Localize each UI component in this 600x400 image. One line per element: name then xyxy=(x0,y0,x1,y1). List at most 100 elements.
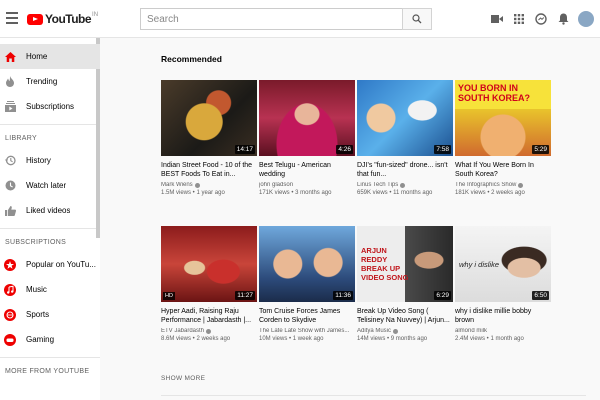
search-button[interactable] xyxy=(402,8,432,30)
sidebar-item-watch-later[interactable]: Watch later xyxy=(0,173,100,198)
section-divider xyxy=(161,395,586,396)
video-card[interactable]: why i dislike 6:50 why i dislike millie … xyxy=(455,226,551,342)
video-thumbnail[interactable]: 4:26 xyxy=(259,80,355,156)
sidebar-item-label: History xyxy=(26,156,51,165)
channel-name-text: ETV Jabardasth xyxy=(161,328,205,334)
logo-country-code: IN xyxy=(92,12,99,18)
video-duration: 14:17 xyxy=(234,145,255,154)
channel-name[interactable]: ETV Jabardasth xyxy=(161,328,257,334)
channel-name-text: john gladson xyxy=(259,182,294,188)
sidebar-item-trending[interactable]: Trending xyxy=(0,69,100,94)
video-thumbnail[interactable]: ARJUN REDDY BREAK UP VIDEO SONG 6:29 xyxy=(357,226,453,302)
video-card[interactable]: 7:58 DJI's "fun-sized" drone... isn't th… xyxy=(357,80,453,196)
channel-name[interactable]: Aditya Music xyxy=(357,328,453,334)
sidebar-item-liked-videos[interactable]: Liked videos xyxy=(0,198,100,223)
home-icon xyxy=(4,51,16,63)
video-thumbnail[interactable]: 7:58 xyxy=(357,80,453,156)
video-meta: 171K views • 3 months ago xyxy=(259,190,332,196)
sidebar-item-label: Popular on YouTu... xyxy=(26,260,96,269)
video-duration: 6:29 xyxy=(434,291,451,300)
thumbnail-caption: YOU BORN IN SOUTH KOREA? xyxy=(458,83,530,103)
channel-name-text: The Infographics Show xyxy=(455,182,517,188)
video-title[interactable]: Best Telugu - American wedding xyxy=(259,161,355,179)
youtube-logo[interactable]: YouTube IN xyxy=(27,12,98,26)
video-thumbnail[interactable]: YOU BORN IN SOUTH KOREA? 5:29 xyxy=(455,80,551,156)
popular-channel-icon xyxy=(4,258,16,271)
section-title: Recommended xyxy=(161,54,222,64)
sidebar-item-label: Sports xyxy=(26,310,50,319)
verified-check-icon xyxy=(194,182,200,188)
video-title[interactable]: Tom Cruise Forces James Corden to Skydiv… xyxy=(259,307,355,325)
video-duration: 7:58 xyxy=(434,145,451,154)
video-title[interactable]: why i dislike millie bobby brown xyxy=(455,307,551,325)
sidebar-section-header: MORE FROM YOUTUBE xyxy=(5,368,90,375)
menu-icon[interactable] xyxy=(6,12,18,24)
sidebar-divider xyxy=(0,124,100,125)
video-meta: 659K views • 11 months ago xyxy=(357,190,433,196)
video-duration: 11:27 xyxy=(235,291,255,300)
video-title[interactable]: DJI's "fun-sized" drone... isn't that fu… xyxy=(357,161,453,179)
channel-name-text: Mark Wiens xyxy=(161,182,193,188)
video-meta: 14M views • 9 months ago xyxy=(357,336,428,342)
verified-check-icon xyxy=(400,182,406,188)
sidebar-item-gaming[interactable]: Gaming xyxy=(0,327,100,352)
video-card[interactable]: 11:36 Tom Cruise Forces James Corden to … xyxy=(259,226,355,342)
sidebar-item-home[interactable]: Home xyxy=(0,44,100,69)
thumb-up-icon xyxy=(4,205,16,217)
video-title[interactable]: What If You Were Born In South Korea? xyxy=(455,161,551,179)
sidebar-item-subscriptions[interactable]: Subscriptions xyxy=(0,94,100,119)
search-box xyxy=(140,8,432,30)
sidebar-divider xyxy=(0,228,100,229)
subscriptions-icon xyxy=(4,101,16,113)
sidebar-item-label: Gaming xyxy=(26,335,55,344)
channel-name[interactable]: john gladson xyxy=(259,182,355,188)
history-icon xyxy=(4,155,16,167)
video-meta: 10M views • 1 week ago xyxy=(259,336,324,342)
sidebar-item-sports[interactable]: Sports xyxy=(0,302,100,327)
channel-name[interactable]: The Late Late Show with James... xyxy=(259,328,355,334)
main-content: Recommended 14:17 Indian Street Food - 1… xyxy=(100,38,600,400)
video-thumbnail[interactable]: HD 11:27 xyxy=(161,226,257,302)
channel-name[interactable]: Linus Tech Tips xyxy=(357,182,453,188)
video-card[interactable]: ARJUN REDDY BREAK UP VIDEO SONG 6:29 Bre… xyxy=(357,226,453,342)
video-card[interactable]: HD 11:27 Hyper Aadi, Raising Raju Perfor… xyxy=(161,226,257,342)
sidebar: Home Trending Subscriptions LIBRARY Hist… xyxy=(0,38,100,400)
messages-icon[interactable] xyxy=(534,12,548,26)
video-title[interactable]: Indian Street Food - 10 of the BEST Food… xyxy=(161,161,257,179)
gaming-channel-icon xyxy=(4,333,16,346)
video-card[interactable]: 4:26 Best Telugu - American wedding john… xyxy=(259,80,355,196)
video-thumbnail[interactable]: why i dislike 6:50 xyxy=(455,226,551,302)
video-card[interactable]: YOU BORN IN SOUTH KOREA? 5:29 What If Yo… xyxy=(455,80,551,196)
sidebar-item-popular[interactable]: Popular on YouTu... xyxy=(0,252,100,277)
video-duration: 11:36 xyxy=(333,291,353,300)
show-more-button[interactable]: SHOW MORE xyxy=(161,375,205,382)
channel-name-text: almond milk xyxy=(455,328,488,334)
video-thumbnail[interactable]: 11:36 xyxy=(259,226,355,302)
channel-name[interactable]: The Infographics Show xyxy=(455,182,551,188)
avatar[interactable] xyxy=(578,11,594,27)
flame-icon xyxy=(4,76,16,88)
apps-grid-icon[interactable] xyxy=(512,12,526,26)
hd-badge: HD xyxy=(163,292,175,300)
video-title[interactable]: Hyper Aadi, Raising Raju Performance | J… xyxy=(161,307,257,325)
bell-icon[interactable] xyxy=(556,12,570,26)
video-title[interactable]: Break Up Video Song ( Telisiney Na Nuvve… xyxy=(357,307,453,325)
video-thumbnail[interactable]: 14:17 xyxy=(161,80,257,156)
channel-name[interactable]: Mark Wiens xyxy=(161,182,257,188)
sports-channel-icon xyxy=(4,308,16,321)
search-input[interactable] xyxy=(140,8,402,30)
video-meta: 181K views • 2 weeks ago xyxy=(455,190,525,196)
youtube-play-logo-icon xyxy=(27,13,43,25)
thumbnail-caption: ARJUN REDDY BREAK UP VIDEO SONG xyxy=(361,246,409,282)
create-video-icon[interactable] xyxy=(490,12,504,26)
sidebar-item-music[interactable]: Music xyxy=(0,277,100,302)
sidebar-item-history[interactable]: History xyxy=(0,148,100,173)
video-duration: 6:50 xyxy=(532,291,549,300)
masthead: YouTube IN xyxy=(0,0,600,38)
video-card[interactable]: 14:17 Indian Street Food - 10 of the BES… xyxy=(161,80,257,196)
channel-name[interactable]: almond milk xyxy=(455,328,551,334)
verified-check-icon xyxy=(206,328,212,334)
search-icon xyxy=(412,14,422,24)
video-meta: 1.5M views • 1 year ago xyxy=(161,190,225,196)
sidebar-item-label: Home xyxy=(26,52,48,61)
